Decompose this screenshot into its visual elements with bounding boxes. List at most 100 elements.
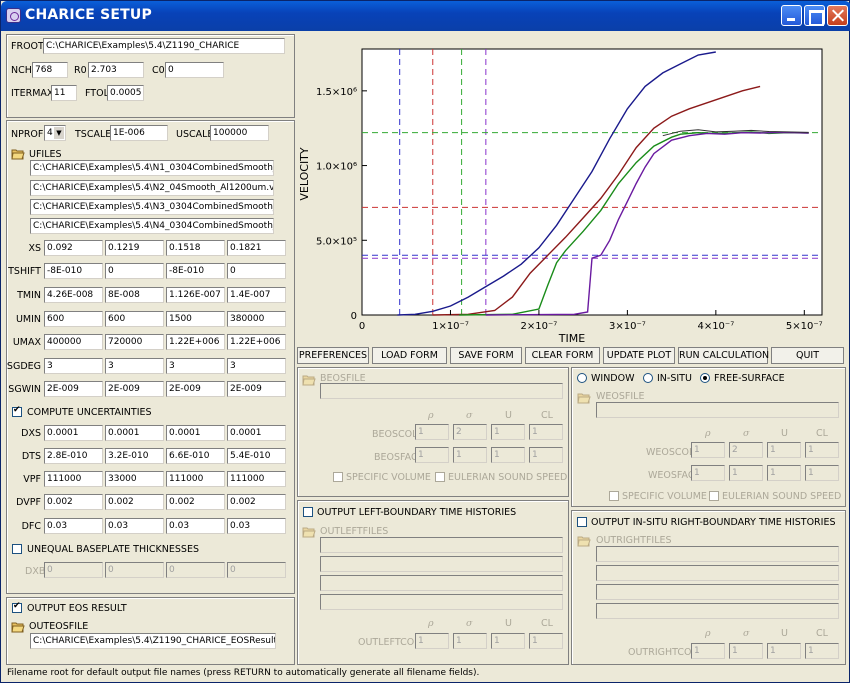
output-left-boundary-checkbox[interactable] [303, 507, 313, 517]
froot-field[interactable]: C:\CHARICE\Examples\5.4\Z1190_CHARICE [43, 38, 285, 54]
outleftcol-2-field[interactable]: 1 [453, 633, 487, 649]
umax-4-field[interactable]: 1.22E+006 [227, 334, 286, 350]
beoscol-1-field[interactable]: 1 [415, 424, 449, 440]
quit-button[interactable]: QUIT [771, 347, 844, 364]
save-form-button[interactable]: SAVE FORM [450, 347, 522, 364]
sgwin-3-field[interactable]: 2E-009 [166, 381, 225, 397]
weosfile-folder-icon[interactable] [577, 392, 591, 404]
outleftfiles-folder-icon[interactable] [302, 526, 316, 538]
xs-3-field[interactable]: 0.1518 [166, 240, 225, 256]
dxs-1-field[interactable]: 0.0001 [44, 425, 103, 441]
outleftfile-3-field[interactable] [320, 575, 563, 591]
ufile-2-field[interactable]: C:\CHARICE\Examples\5.4\N2_04Smooth_Al12… [30, 180, 274, 196]
update-plot-button[interactable]: UPDATE PLOT [603, 347, 675, 364]
outrightfile-1-field[interactable] [596, 546, 839, 562]
weosfac-2-field[interactable]: 1 [729, 465, 763, 481]
r0-field[interactable]: 2.703 [88, 62, 144, 78]
weoscol-1-field[interactable]: 1 [691, 442, 725, 458]
outrightcol-4-field[interactable]: 1 [805, 643, 839, 659]
nprof-select[interactable]: 4 ▼ [44, 125, 66, 141]
outleftcol-1-field[interactable]: 1 [415, 633, 449, 649]
dxb-2-field[interactable]: 0 [105, 562, 164, 578]
outleftcol-4-field[interactable]: 1 [529, 633, 563, 649]
vpf-4-field[interactable]: 111000 [227, 471, 286, 487]
sgwin-2-field[interactable]: 2E-009 [105, 381, 164, 397]
clear-form-button[interactable]: CLEAR FORM [525, 347, 600, 364]
tmin-4-field[interactable]: 1.4E-007 [227, 287, 286, 303]
weosfac-4-field[interactable]: 1 [805, 465, 839, 481]
umin-1-field[interactable]: 600 [44, 311, 103, 327]
vpf-2-field[interactable]: 33000 [105, 471, 164, 487]
dxs-2-field[interactable]: 0.0001 [105, 425, 164, 441]
weosfac-3-field[interactable]: 1 [767, 465, 801, 481]
sgwin-1-field[interactable]: 2E-009 [44, 381, 103, 397]
weosfile-field[interactable] [596, 402, 839, 418]
dfc-4-field[interactable]: 0.03 [227, 518, 286, 534]
tshift-3-field[interactable]: -8E-010 [166, 263, 225, 279]
beos-specific-volume-checkbox[interactable] [333, 472, 343, 482]
unequal-baseplate-checkbox[interactable] [12, 544, 22, 554]
dvpf-4-field[interactable]: 0.002 [227, 494, 286, 510]
ftol-field[interactable]: 0.0005 [107, 85, 144, 101]
dxs-4-field[interactable]: 0.0001 [227, 425, 286, 441]
xs-1-field[interactable]: 0.092 [44, 240, 103, 256]
uscale-field[interactable]: 100000 [210, 125, 269, 141]
window-radio[interactable] [577, 373, 587, 383]
weos-specific-volume-checkbox[interactable] [609, 491, 619, 501]
umax-1-field[interactable]: 400000 [44, 334, 103, 350]
weoscol-3-field[interactable]: 1 [767, 442, 801, 458]
dvpf-3-field[interactable]: 0.002 [166, 494, 225, 510]
dxb-4-field[interactable]: 0 [227, 562, 286, 578]
tmin-2-field[interactable]: 8E-008 [105, 287, 164, 303]
close-button[interactable] [827, 5, 848, 26]
xs-4-field[interactable]: 0.1821 [227, 240, 286, 256]
insitu-radio[interactable] [643, 373, 653, 383]
beoscol-4-field[interactable]: 1 [529, 424, 563, 440]
beosfac-1-field[interactable]: 1 [415, 447, 449, 463]
weoscol-2-field[interactable]: 2 [729, 442, 763, 458]
outeosfile-folder-icon[interactable] [11, 621, 25, 633]
beosfac-3-field[interactable]: 1 [491, 447, 525, 463]
output-right-boundary-checkbox[interactable] [577, 517, 587, 527]
tshift-2-field[interactable]: 0 [105, 263, 164, 279]
ufile-4-field[interactable]: C:\CHARICE\Examples\5.4\N4_0304CombinedS… [30, 218, 274, 234]
itermax-field[interactable]: 11 [51, 85, 77, 101]
umin-3-field[interactable]: 1500 [166, 311, 225, 327]
umin-2-field[interactable]: 600 [105, 311, 164, 327]
dvpf-2-field[interactable]: 0.002 [105, 494, 164, 510]
outrightfiles-folder-icon[interactable] [577, 535, 591, 547]
sgdeg-1-field[interactable]: 3 [44, 358, 103, 374]
preferences-button[interactable]: PREFERENCES [297, 347, 369, 364]
umax-3-field[interactable]: 1.22E+006 [166, 334, 225, 350]
tmin-3-field[interactable]: 1.126E-007 [166, 287, 225, 303]
nch-field[interactable]: 768 [32, 62, 68, 78]
tscale-field[interactable]: 1E-006 [110, 125, 168, 141]
chevron-down-icon[interactable]: ▼ [54, 127, 64, 139]
beosfile-field[interactable] [320, 383, 563, 399]
outrightfile-4-field[interactable] [596, 603, 839, 619]
beosfac-2-field[interactable]: 1 [453, 447, 487, 463]
weos-eulerian-checkbox[interactable] [709, 491, 719, 501]
minimize-button[interactable] [781, 5, 802, 26]
title-bar[interactable]: CHARICE SETUP [1, 1, 850, 31]
umin-4-field[interactable]: 380000 [227, 311, 286, 327]
dts-2-field[interactable]: 3.2E-010 [105, 448, 164, 464]
vpf-1-field[interactable]: 111000 [44, 471, 103, 487]
umax-2-field[interactable]: 720000 [105, 334, 164, 350]
outleftfile-4-field[interactable] [320, 594, 563, 610]
tmin-1-field[interactable]: 4.26E-008 [44, 287, 103, 303]
vpf-3-field[interactable]: 111000 [166, 471, 225, 487]
ufile-1-field[interactable]: C:\CHARICE\Examples\5.4\N1_0304CombinedS… [30, 160, 274, 176]
dxb-3-field[interactable]: 0 [166, 562, 225, 578]
xs-2-field[interactable]: 0.1219 [105, 240, 164, 256]
c0-field[interactable]: 0 [165, 62, 224, 78]
run-calculation-button[interactable]: RUN CALCULATION [678, 347, 769, 364]
outleftfile-1-field[interactable] [320, 537, 563, 553]
outleftcol-3-field[interactable]: 1 [491, 633, 525, 649]
compute-uncertainties-checkbox[interactable] [12, 405, 22, 417]
dfc-3-field[interactable]: 0.03 [166, 518, 225, 534]
freesurface-radio[interactable] [700, 373, 710, 383]
outrightcol-3-field[interactable]: 1 [767, 643, 801, 659]
ufile-3-field[interactable]: C:\CHARICE\Examples\5.4\N3_0304CombinedS… [30, 199, 274, 215]
dvpf-1-field[interactable]: 0.002 [44, 494, 103, 510]
